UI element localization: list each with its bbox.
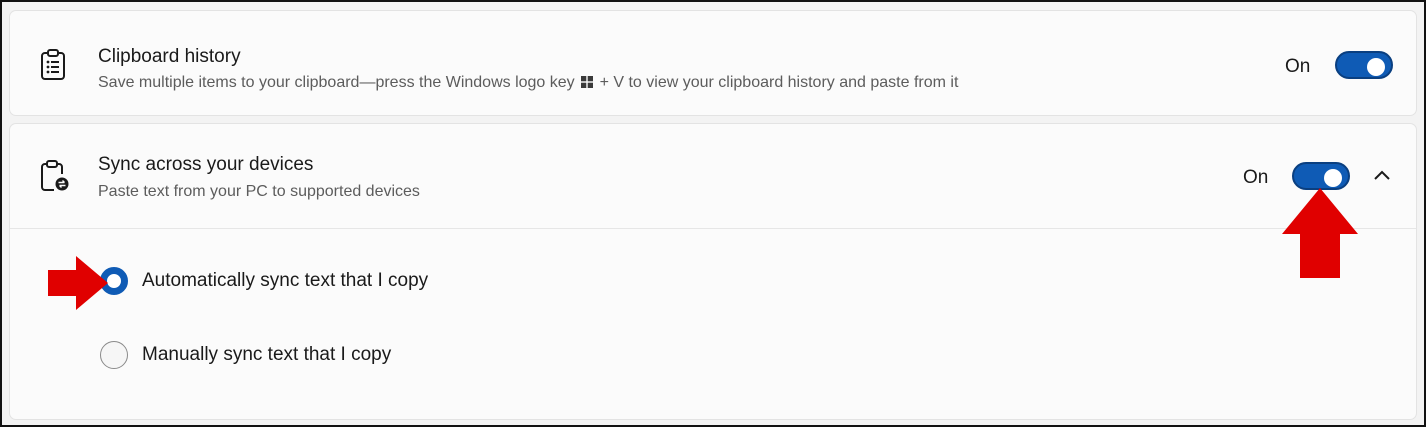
toggle-knob	[1367, 58, 1385, 76]
clipboard-history-description: Save multiple items to your clipboard—pr…	[98, 74, 958, 92]
clipboard-history-state-label: On	[1285, 56, 1311, 77]
sync-devices-title: Sync across your devices	[98, 154, 314, 175]
auto-sync-label: Automatically sync text that I copy	[142, 270, 429, 291]
clipboard-history-description-part2: + V to view your clipboard history and p…	[599, 74, 959, 91]
sync-devices-card: Sync across your devices Paste text from…	[9, 123, 1417, 420]
arrow-up-annotation	[1282, 188, 1358, 278]
windows-logo-icon	[581, 76, 594, 88]
sync-devices-description: Paste text from your PC to supported dev…	[98, 183, 420, 200]
clipboard-history-title: Clipboard history	[98, 46, 241, 67]
clipboard-history-card: Clipboard history Save multiple items to…	[9, 10, 1417, 116]
manual-sync-radio[interactable]	[100, 341, 128, 369]
clipboard-sync-icon	[41, 160, 69, 191]
auto-sync-option[interactable]: Automatically sync text that I copy	[100, 267, 428, 295]
manual-sync-option[interactable]: Manually sync text that I copy	[100, 341, 391, 369]
clipboard-history-description-part1: Save multiple items to your clipboard—pr…	[98, 74, 575, 91]
clipboard-history-toggle[interactable]	[1335, 51, 1393, 79]
clipboard-list-icon	[41, 49, 65, 80]
manual-sync-label: Manually sync text that I copy	[142, 344, 392, 365]
chevron-up-icon[interactable]	[1372, 168, 1392, 182]
sync-devices-state-label: On	[1243, 167, 1269, 188]
section-divider	[10, 228, 1416, 229]
arrow-right-annotation	[48, 256, 108, 310]
toggle-knob	[1324, 169, 1342, 187]
